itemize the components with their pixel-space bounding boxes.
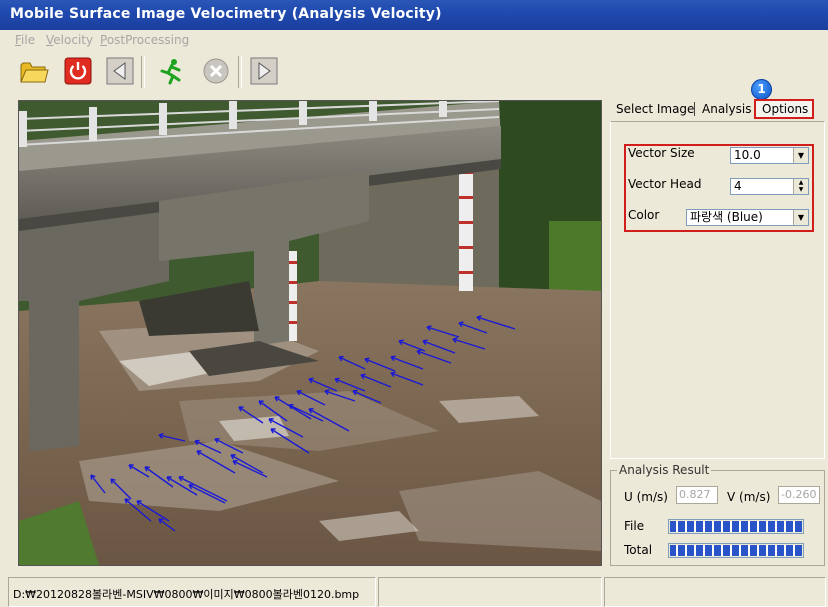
file-progress-bar bbox=[668, 519, 804, 534]
open-folder-button[interactable] bbox=[18, 55, 50, 87]
menu-file-label: ile bbox=[21, 33, 36, 47]
window-title-bar: Mobile Surface Image Velocimetry (Analys… bbox=[0, 0, 828, 30]
window-title: Mobile Surface Image Velocimetry (Analys… bbox=[10, 6, 442, 22]
v-value: -0.260 bbox=[781, 488, 817, 501]
play-button[interactable] bbox=[248, 55, 280, 87]
power-icon bbox=[64, 57, 92, 85]
menu-file[interactable]: File bbox=[15, 33, 35, 47]
toolbar-separator bbox=[141, 56, 145, 88]
spinner-arrows-icon[interactable]: ▲ ▼ bbox=[793, 179, 808, 194]
tab-options[interactable]: Options bbox=[754, 99, 815, 119]
tab-analysis-label: Analysis bbox=[702, 102, 752, 116]
image-viewer[interactable] bbox=[18, 100, 602, 566]
tab-separator bbox=[694, 102, 695, 116]
v-label: V (m/s) bbox=[727, 490, 771, 504]
tab-select-image-label: Select Image bbox=[616, 102, 695, 116]
u-label: U (m/s) bbox=[624, 490, 668, 504]
vector-head-spinner[interactable]: 4 ▲ ▼ bbox=[730, 178, 809, 195]
toolbar bbox=[0, 52, 828, 96]
color-value: 파랑색 (Blue) bbox=[690, 210, 763, 224]
v-value-field: -0.260 bbox=[778, 486, 820, 504]
menu-velocity[interactable]: Velocity bbox=[46, 33, 93, 47]
vector-size-label: Vector Size bbox=[628, 146, 695, 160]
status-cell-2 bbox=[378, 577, 602, 607]
u-value: 0.827 bbox=[679, 488, 711, 501]
back-arrow-icon bbox=[106, 57, 134, 85]
status-file-path: D:₩20120828볼라벤-MSIV₩0800₩이미지₩0800볼라벤0120… bbox=[8, 577, 376, 607]
u-value-field: 0.827 bbox=[676, 486, 718, 504]
step-badge: 1 bbox=[751, 79, 772, 100]
total-progress-bar bbox=[668, 543, 804, 558]
analysis-result-legend: Analysis Result bbox=[617, 463, 712, 477]
power-button[interactable] bbox=[62, 55, 94, 87]
status-bar: D:₩20120828볼라벤-MSIV₩0800₩이미지₩0800볼라벤0120… bbox=[0, 577, 828, 607]
vector-size-select[interactable]: 10.0 ▼ bbox=[730, 147, 809, 164]
menu-postprocessing-label: ostProcessing bbox=[106, 33, 190, 47]
menu-velocity-label: elocity bbox=[53, 33, 94, 47]
vector-head-label: Vector Head bbox=[628, 177, 702, 191]
back-button[interactable] bbox=[104, 55, 136, 87]
run-button[interactable] bbox=[155, 55, 187, 87]
tab-options-label: Options bbox=[762, 102, 809, 116]
river-photo bbox=[19, 101, 601, 565]
folder-open-icon bbox=[20, 62, 49, 83]
color-label: Color bbox=[628, 208, 660, 222]
chevron-down-icon[interactable]: ▼ bbox=[793, 148, 808, 163]
tab-select-image[interactable]: Select Image bbox=[610, 99, 698, 119]
menu-postprocessing-accel: P bbox=[100, 33, 107, 47]
status-cell-3 bbox=[604, 577, 826, 607]
run-icon bbox=[160, 59, 181, 85]
status-file-path-text: D:₩20120828볼라벤-MSIV₩0800₩이미지₩0800볼라벤0120… bbox=[13, 588, 360, 601]
vector-head-value: 4 bbox=[734, 179, 742, 193]
chevron-down-icon[interactable]: ▼ bbox=[793, 210, 808, 225]
stop-button[interactable] bbox=[200, 55, 232, 87]
stop-icon bbox=[203, 58, 229, 84]
color-select[interactable]: 파랑색 (Blue) ▼ bbox=[686, 209, 809, 226]
toolbar-separator bbox=[238, 56, 242, 88]
total-progress-label: Total bbox=[624, 543, 653, 557]
play-arrow-icon bbox=[250, 57, 278, 85]
menu-postprocessing[interactable]: PostProcessing bbox=[100, 33, 189, 47]
file-progress-label: File bbox=[624, 519, 645, 533]
vector-size-value: 10.0 bbox=[734, 148, 761, 162]
tab-analysis[interactable]: Analysis bbox=[696, 99, 755, 119]
menu-bar: File Velocity PostProcessing bbox=[0, 33, 828, 51]
